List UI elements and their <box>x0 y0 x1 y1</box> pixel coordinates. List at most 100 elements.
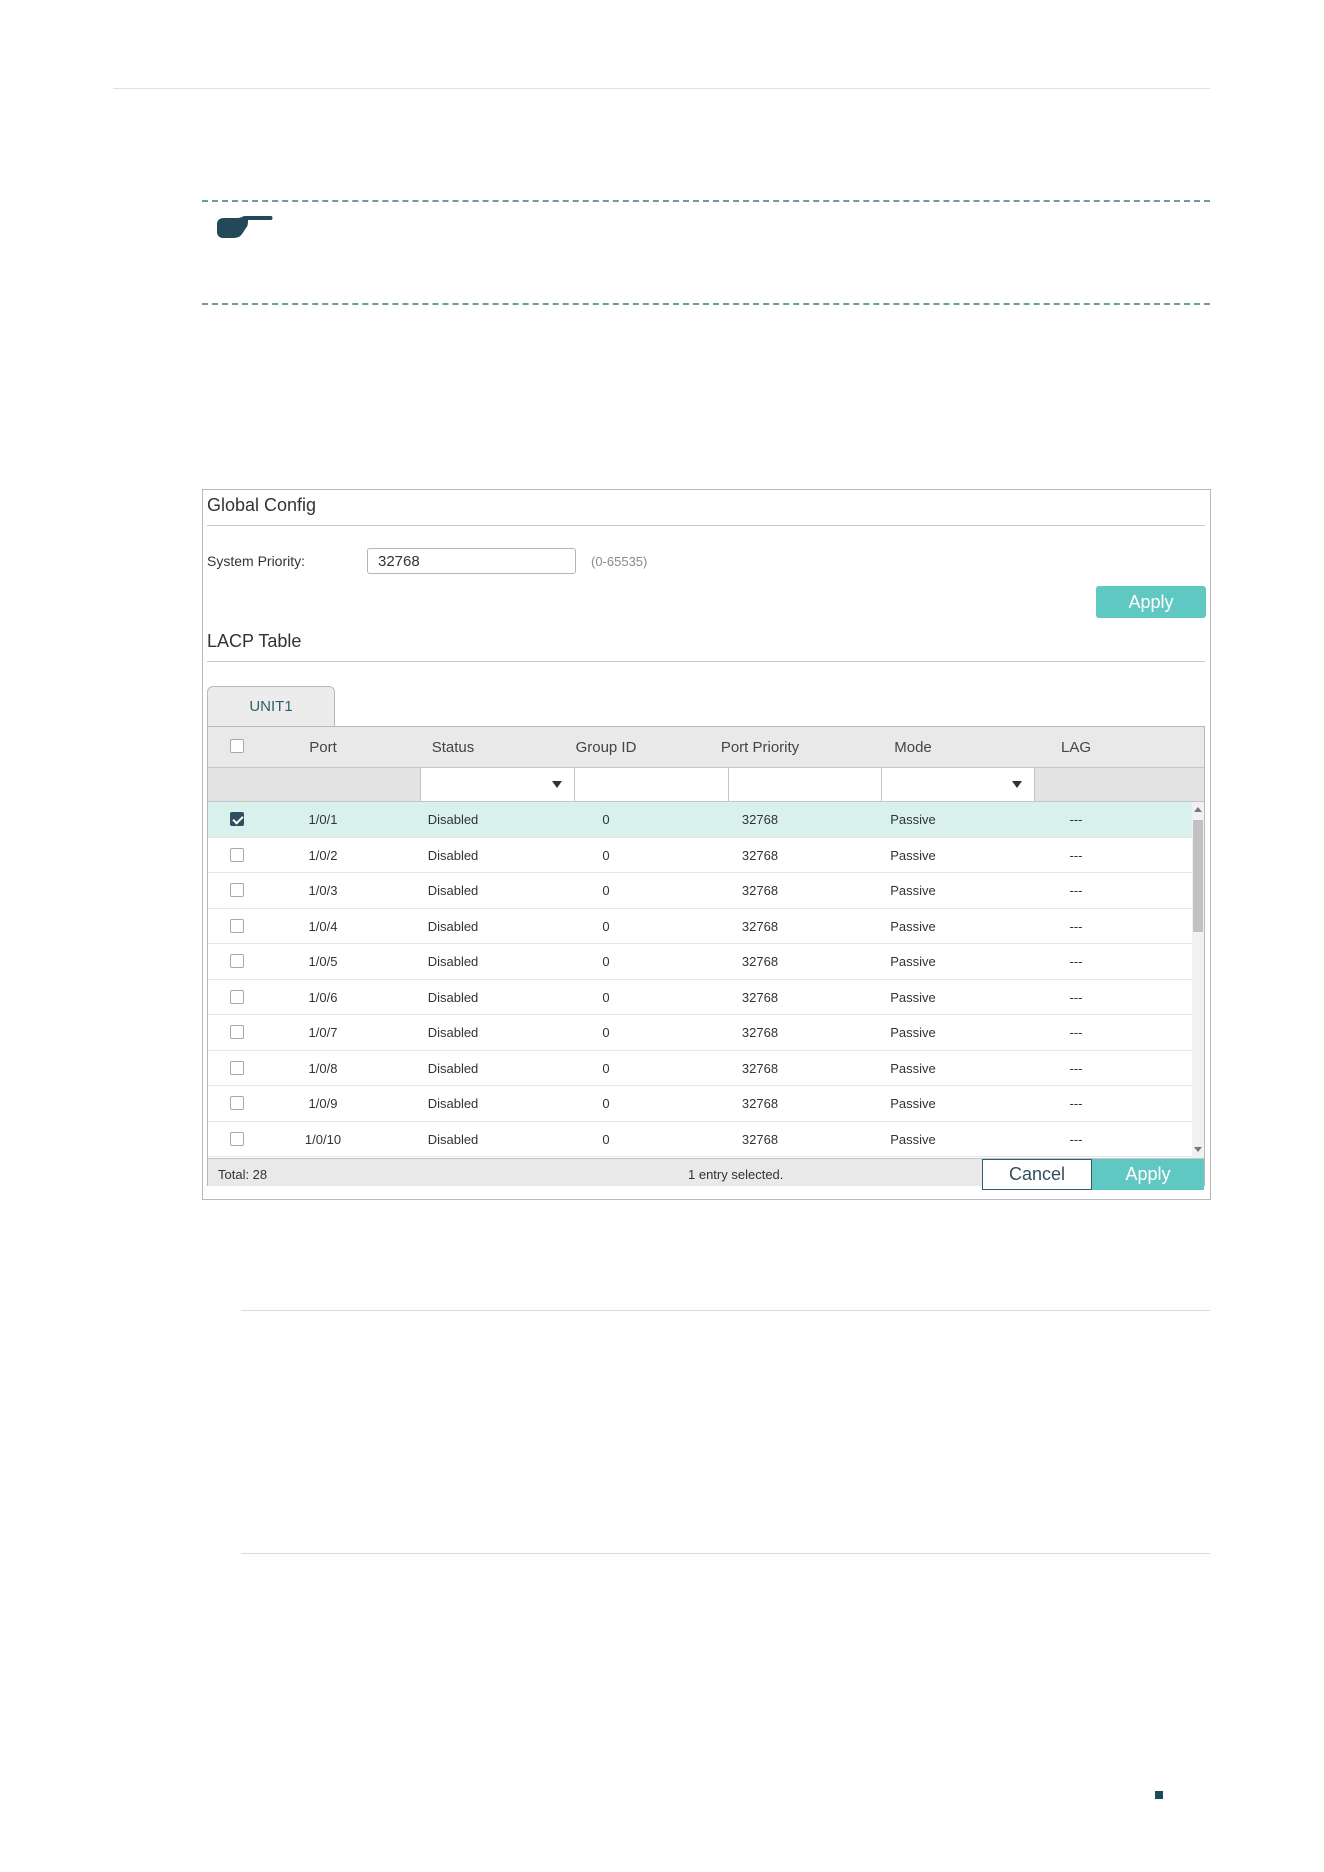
cell-port: 1/0/9 <box>308 1096 338 1111</box>
table-header: Port Status Group ID Port Priority Mode … <box>208 727 1204 768</box>
cell-priority: 32768 <box>741 883 779 898</box>
row-checkbox[interactable] <box>230 918 244 933</box>
table-row[interactable]: 1/0/6 Disabled 0 32768 Passive --- <box>208 980 1192 1015</box>
status-filter-select[interactable] <box>420 768 574 801</box>
column-header-group-id[interactable]: Group ID <box>551 739 661 756</box>
system-priority-hint: (0-65535) <box>591 554 648 569</box>
lacp-table-title: LACP Table <box>207 631 302 651</box>
cell-lag: --- <box>1069 1060 1083 1076</box>
pointing-hand-icon <box>217 216 273 238</box>
global-apply-button[interactable]: Apply <box>1096 586 1206 618</box>
cell-status: Disabled <box>427 918 479 934</box>
column-header-port-priority[interactable]: Port Priority <box>705 739 815 756</box>
tab-unit1[interactable]: UNIT1 <box>207 686 335 726</box>
cell-priority: 32768 <box>741 1025 779 1040</box>
header-rule <box>113 88 1210 89</box>
cell-mode: Passive <box>890 989 936 1005</box>
select-all-checkbox[interactable] <box>230 739 244 753</box>
cell-group-id: 0 <box>602 1131 610 1147</box>
cell-mode: Passive <box>890 1096 936 1111</box>
row-checkbox[interactable] <box>230 1096 244 1110</box>
scrollbar-thumb[interactable] <box>1193 820 1203 932</box>
row-checkbox[interactable] <box>230 1060 244 1075</box>
cell-priority: 32768 <box>741 1131 779 1147</box>
cell-status: Disabled <box>427 1131 479 1147</box>
filter-row <box>208 768 1204 802</box>
note-border-top <box>202 200 1210 202</box>
cell-status: Disabled <box>427 989 479 1005</box>
cell-status: Disabled <box>427 847 479 863</box>
table-row[interactable]: 1/0/1 Disabled 0 32768 Passive --- <box>208 802 1192 838</box>
cell-mode: Passive <box>890 918 936 934</box>
table-row[interactable]: 1/0/7 Disabled 0 32768 Passive --- <box>208 1015 1192 1051</box>
cell-priority: 32768 <box>741 954 779 969</box>
table-row[interactable]: 1/0/3 Disabled 0 32768 Passive --- <box>208 873 1192 909</box>
row-checkbox[interactable] <box>230 847 244 862</box>
cell-status: Disabled <box>427 1025 479 1040</box>
port-priority-filter-input[interactable] <box>728 768 881 801</box>
table-row[interactable]: 1/0/5 Disabled 0 32768 Passive --- <box>208 944 1192 980</box>
selection-status: 1 entry selected. <box>688 1167 784 1182</box>
cell-group-id: 0 <box>602 954 610 969</box>
row-checkbox[interactable] <box>230 883 244 897</box>
cell-status: Disabled <box>427 812 479 827</box>
cell-priority: 32768 <box>741 989 779 1005</box>
table-body: 1/0/1 Disabled 0 32768 Passive --- 1/0/2 Disabl… <box>208 802 1192 1157</box>
cell-lag: --- <box>1069 1025 1083 1040</box>
cell-group-id: 0 <box>602 918 610 934</box>
column-header-status[interactable]: Status <box>398 739 508 756</box>
cell-priority: 32768 <box>741 812 779 827</box>
cell-group-id: 0 <box>602 1060 610 1076</box>
table-row[interactable]: 1/0/4 Disabled 0 32768 Passive --- <box>208 909 1192 944</box>
column-header-port[interactable]: Port <box>268 739 378 756</box>
table-row[interactable]: 1/0/8 Disabled 0 32768 Passive --- <box>208 1051 1192 1086</box>
system-priority-input[interactable]: 32768 <box>367 548 576 574</box>
cell-lag: --- <box>1069 918 1083 934</box>
cell-priority: 32768 <box>741 847 779 863</box>
row-checkbox[interactable] <box>230 954 244 968</box>
cell-lag: --- <box>1069 812 1083 827</box>
cell-port: 1/0/2 <box>308 847 338 863</box>
table-row[interactable]: 1/0/10 Disabled 0 32768 Passive --- <box>208 1122 1192 1157</box>
row-checkbox[interactable] <box>230 812 244 826</box>
column-header-mode[interactable]: Mode <box>858 739 968 756</box>
cell-priority: 32768 <box>741 918 779 934</box>
cell-lag: --- <box>1069 989 1083 1005</box>
cell-lag: --- <box>1069 1096 1083 1111</box>
row-checkbox[interactable] <box>230 1131 244 1146</box>
cell-mode: Passive <box>890 1025 936 1040</box>
cell-port: 1/0/7 <box>308 1025 338 1040</box>
section-rule <box>241 1310 1210 1311</box>
cell-group-id: 0 <box>602 883 610 898</box>
row-checkbox[interactable] <box>230 1025 244 1039</box>
cell-port: 1/0/3 <box>308 883 338 898</box>
row-checkbox[interactable] <box>230 989 244 1004</box>
chevron-down-icon <box>1012 781 1022 788</box>
cell-port: 1/0/8 <box>308 1060 338 1076</box>
cancel-button[interactable]: Cancel <box>982 1159 1092 1190</box>
column-header-lag[interactable]: LAG <box>1021 739 1131 756</box>
table-scrollbar[interactable] <box>1192 802 1204 1158</box>
lacp-table-divider <box>207 661 1205 662</box>
scroll-up-arrow-icon[interactable] <box>1194 807 1202 812</box>
cell-group-id: 0 <box>602 989 610 1005</box>
total-count: Total: 28 <box>218 1167 268 1182</box>
cell-port: 1/0/4 <box>308 918 338 934</box>
note-border-bottom <box>202 303 1210 305</box>
scroll-down-arrow-icon[interactable] <box>1194 1147 1202 1152</box>
cell-group-id: 0 <box>602 1025 610 1040</box>
cell-status: Disabled <box>427 954 479 969</box>
lacp-table: Port Status Group ID Port Priority Mode … <box>207 726 1205 1190</box>
cell-lag: --- <box>1069 883 1083 898</box>
cell-mode: Passive <box>890 847 936 863</box>
cell-group-id: 0 <box>602 1096 610 1111</box>
table-row[interactable]: 1/0/2 Disabled 0 32768 Passive --- <box>208 838 1192 873</box>
mode-filter-select[interactable] <box>881 768 1035 801</box>
cell-mode: Passive <box>890 812 936 827</box>
group-id-filter-input[interactable] <box>574 768 728 801</box>
cell-mode: Passive <box>890 954 936 969</box>
chevron-down-icon <box>552 781 562 788</box>
cell-port: 1/0/5 <box>308 954 338 969</box>
table-apply-button[interactable]: Apply <box>1092 1159 1204 1190</box>
table-row[interactable]: 1/0/9 Disabled 0 32768 Passive --- <box>208 1086 1192 1122</box>
